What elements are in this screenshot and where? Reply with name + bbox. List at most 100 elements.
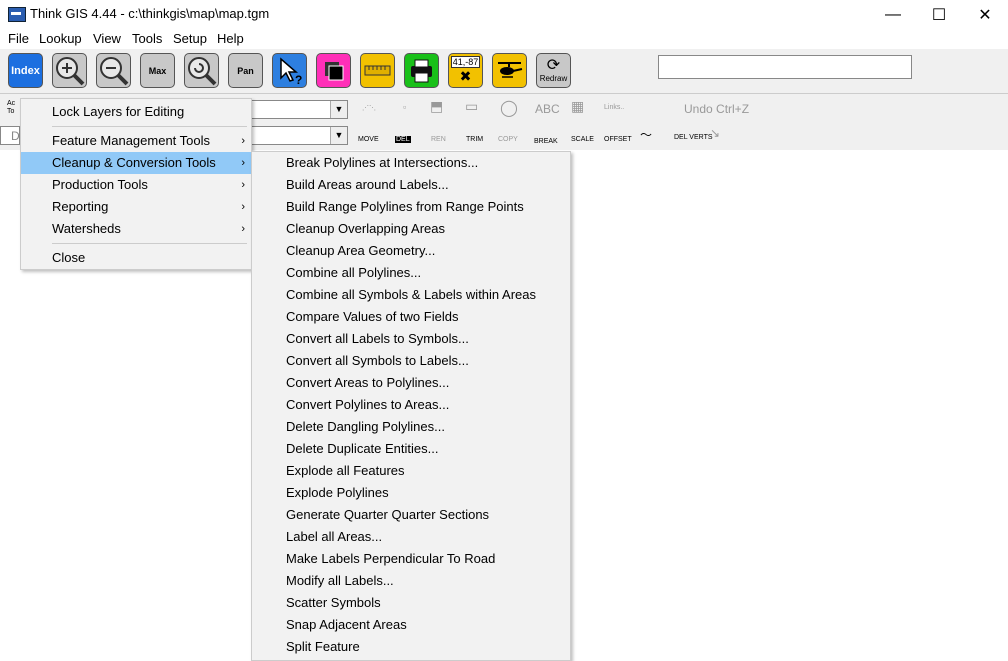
menu-separator [52,243,247,244]
submenu-item[interactable]: Build Areas around Labels... [286,174,449,196]
identify-button[interactable]: ? [272,53,307,88]
coordinates-button[interactable]: 41,-87 ✖ [448,53,483,88]
title-bar: Think GIS 4.44 - c:\thinkgis\map\map.tgm… [0,0,1008,29]
rename-tool[interactable]: REN [431,136,446,143]
submenu-item[interactable]: Split Feature [286,636,360,658]
submenu-item[interactable]: Convert Areas to Polylines... [286,372,449,394]
cleanup-conversion-submenu: Break Polylines at Intersections... Buil… [251,151,571,661]
trim-tool[interactable]: TRIM [466,136,483,143]
submenu-item[interactable]: Modify all Labels... [286,570,394,592]
submenu-item[interactable]: Convert all Labels to Symbols... [286,328,469,350]
delete-vertices-tool[interactable]: DEL VERTS [674,134,713,141]
scale-tool[interactable]: SCALE [571,136,594,143]
index-button[interactable]: Index [8,53,43,88]
measure-button[interactable] [360,53,395,88]
chevron-right-icon: › [241,223,245,235]
layers-icon [325,62,344,81]
submenu-item[interactable]: Explode all Features [286,460,405,482]
chevron-right-icon: › [241,157,245,169]
chevron-down-icon: ▼ [330,101,347,118]
redraw-button[interactable]: ⟳ Redraw [536,53,571,88]
search-input[interactable] [658,55,912,79]
menu-help[interactable]: Help [217,31,244,46]
zoom-max-button[interactable]: Max [140,53,175,88]
pan-label: Pan [237,65,254,76]
layers-button[interactable] [316,53,351,88]
feature-dropdown[interactable]: ▼ [250,126,348,145]
submenu-item[interactable]: Make Labels Perpendicular To Road [286,548,495,570]
submenu-item[interactable]: Cleanup Overlapping Areas [286,218,445,240]
zoom-in-button[interactable] [52,53,87,88]
submenu-item[interactable]: Label all Areas... [286,526,382,548]
refresh-icon: ⟳ [546,57,561,74]
menu-setup[interactable]: Setup [173,31,207,46]
redraw-label: Redraw [539,74,568,83]
print-button[interactable] [404,53,439,88]
draw-line-tool[interactable]: ⋰⋱ [362,104,376,112]
menu-item-watersheds[interactable]: Watersheds › [21,218,251,240]
draw-rectangle-tool[interactable]: ▭ [465,98,478,115]
smooth-tool[interactable]: 〜 [640,126,652,143]
layer-dropdown[interactable]: ▼ [250,100,348,119]
links-tool[interactable]: Links.. [604,104,624,111]
break-tool[interactable]: BREAK [534,138,558,145]
submenu-item[interactable]: Cleanup Area Geometry... [286,240,435,262]
helicopter-button[interactable] [492,53,527,88]
submenu-item[interactable]: Delete Duplicate Entities... [286,438,438,460]
submenu-item[interactable]: Snap Adjacent Areas [286,614,407,636]
submenu-item[interactable]: Explode Polylines [286,482,389,504]
undo-button[interactable]: Undo Ctrl+Z [684,102,749,116]
submenu-item[interactable]: Combine all Symbols & Labels within Area… [286,284,536,306]
menu-lookup[interactable]: Lookup [39,31,82,46]
menu-view[interactable]: View [93,31,121,46]
submenu-item[interactable]: Convert Polylines to Areas... [286,394,449,416]
draw-point-tool[interactable]: ▫ [403,102,406,112]
window-title: Think GIS 4.44 - c:\thinkgis\map\map.tgm [30,6,270,21]
copy-tool[interactable]: COPY [498,136,518,143]
submenu-item[interactable]: Break Polylines at Intersections... [286,152,478,174]
menu-item-feature-management[interactable]: Feature Management Tools › [21,130,251,152]
minimize-button[interactable]: — [870,0,916,29]
menu-item-lock-layers[interactable]: Lock Layers for Editing [21,101,251,123]
submenu-item[interactable]: Scatter Symbols [286,592,381,614]
menu-item-reporting[interactable]: Reporting › [21,196,251,218]
index-label: Index [11,64,40,77]
zoom-previous-button[interactable] [184,53,219,88]
submenu-item[interactable]: Compare Values of two Fields [286,306,458,328]
pan-button[interactable]: Pan [228,53,263,88]
zoom-out-button[interactable] [96,53,131,88]
menu-item-cleanup-conversion[interactable]: Cleanup & Conversion Tools › [21,152,251,174]
draw-label-tool[interactable]: ABC [535,102,560,116]
draw-area-tool[interactable]: ⬒ [430,98,443,115]
submenu-item[interactable]: Build Range Polylines from Range Points [286,196,524,218]
chevron-down-icon: ▼ [330,127,347,144]
zoom-in-icon [56,57,85,86]
draw-circle-tool[interactable]: ◯ [500,98,518,118]
move-tool[interactable]: MOVE [358,136,379,143]
pointer-question-icon: ? [280,57,302,87]
menu-item-close[interactable]: Close [21,247,251,269]
app-icon [8,7,26,22]
delete-tool[interactable]: DEL [395,136,411,143]
compass-icon: ✖ [459,68,472,84]
submenu-item[interactable]: Convert all Symbols to Labels... [286,350,469,372]
menu-file[interactable]: File [8,31,29,46]
helicopter-icon [498,62,523,78]
chevron-right-icon: › [241,201,245,213]
menu-tools[interactable]: Tools [132,31,162,46]
tools-menu: Lock Layers for Editing Feature Manageme… [20,98,252,270]
menu-bar: File Lookup View Tools Setup Help [0,29,1008,49]
svg-text:?: ? [295,73,302,87]
maximize-button[interactable]: ☐ [916,0,962,29]
extend-tool[interactable]: ↘ [710,126,720,140]
submenu-item[interactable]: Delete Dangling Polylines... [286,416,445,438]
offset-tool[interactable]: OFFSET [604,136,632,143]
menu-item-production-tools[interactable]: Production Tools › [21,174,251,196]
main-toolbar: Index Max Pan ? 41,-87 ✖ ⟳ Redraw [0,49,1008,94]
symbol-tool[interactable]: ▦ [571,98,584,115]
left-dropdown[interactable]: D [0,126,20,145]
close-button[interactable]: ✕ [962,0,1008,29]
submenu-item[interactable]: Generate Quarter Quarter Sections [286,504,489,526]
printer-icon [411,59,432,83]
submenu-item[interactable]: Combine all Polylines... [286,262,421,284]
